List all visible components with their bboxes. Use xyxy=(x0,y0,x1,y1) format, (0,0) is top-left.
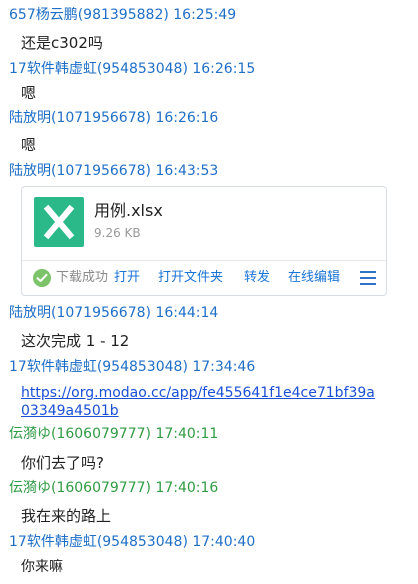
message-text: 还是c302吗 xyxy=(21,34,103,52)
download-status: 下载成功 xyxy=(56,270,109,285)
online-edit-button[interactable]: 在线编辑 xyxy=(288,269,340,287)
file-name[interactable]: 用例.xlsx xyxy=(94,201,163,221)
sender-line: 17软件韩虚虹(954853048) 17:34:46 xyxy=(9,359,256,375)
message-text: 这次完成 1 - 12 xyxy=(21,332,130,350)
sender-line: 伝漪ゆ(1606079777) 17:40:16 xyxy=(9,480,219,496)
sender-line: 17软件韩虚虹(954853048) 16:26:15 xyxy=(9,61,256,77)
message-link[interactable]: https://org.modao.cc/app/fe455641f1e4ce7… xyxy=(21,384,381,420)
file-actions-bar: 下载成功 打开 打开文件夹 转发 在线编辑 xyxy=(22,261,386,297)
message-text: 你们去了吗? xyxy=(21,454,104,472)
forward-button[interactable]: 转发 xyxy=(244,269,270,287)
sender-line: 伝漪ゆ(1606079777) 17:40:11 xyxy=(9,426,219,442)
file-size: 9.26 KB xyxy=(94,226,141,240)
excel-file-icon[interactable] xyxy=(34,197,84,247)
message-text: 嗯 xyxy=(21,84,37,102)
sender-line: 陆放明(1071956678) 16:44:14 xyxy=(9,305,219,321)
sender-line: 陆放明(1071956678) 16:43:53 xyxy=(9,163,219,179)
message-text: 你来嘛 xyxy=(21,559,63,575)
open-button[interactable]: 打开 xyxy=(114,269,140,287)
check-icon xyxy=(33,269,51,287)
file-card[interactable]: 用例.xlsx 9.26 KB 下载成功 打开 打开文件夹 转发 在线编辑 xyxy=(21,186,387,296)
chat-history: 657杨云鹏(981395882) 16:25:49 还是c302吗 17软件韩… xyxy=(0,0,418,584)
message-text: 嗯 xyxy=(21,136,37,154)
sender-line: 657杨云鹏(981395882) 16:25:49 xyxy=(9,7,237,23)
open-folder-button[interactable]: 打开文件夹 xyxy=(158,269,223,287)
message-text: 我在来的路上 xyxy=(21,507,112,525)
menu-icon[interactable] xyxy=(360,271,376,285)
sender-line: 陆放明(1071956678) 16:26:16 xyxy=(9,110,219,126)
sender-line: 17软件韩虚虹(954853048) 17:40:40 xyxy=(9,534,256,550)
